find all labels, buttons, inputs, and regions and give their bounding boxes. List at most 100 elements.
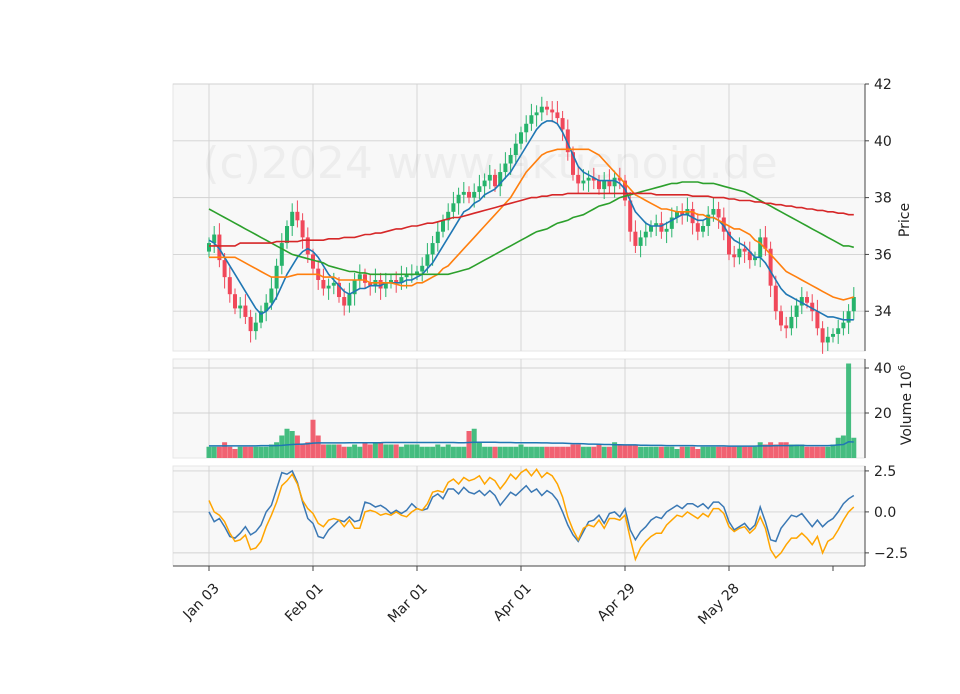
volume-bar bbox=[461, 446, 467, 458]
volume-label-base: 10 bbox=[899, 371, 915, 389]
volume-bar bbox=[617, 444, 623, 458]
candle-body bbox=[222, 260, 227, 278]
candle-body bbox=[545, 106, 549, 110]
candle-body bbox=[493, 174, 497, 187]
volume-bar bbox=[248, 446, 254, 458]
volume-bar bbox=[653, 446, 659, 458]
oscillator-y-tick-label: 2.5 bbox=[874, 464, 896, 480]
volume-bar bbox=[523, 446, 529, 458]
candle-body bbox=[347, 294, 352, 306]
volume-bar bbox=[393, 444, 399, 458]
volume-bar bbox=[601, 446, 607, 458]
volume-bar bbox=[643, 446, 649, 458]
volume-bar bbox=[357, 446, 363, 458]
volume-bar bbox=[253, 446, 259, 458]
volume-bar bbox=[388, 444, 394, 458]
volume-bar bbox=[804, 446, 810, 458]
volume-axis-label: Volume 106 bbox=[897, 365, 915, 445]
volume-bar bbox=[586, 446, 592, 458]
candle-body bbox=[602, 180, 607, 190]
candle-body bbox=[441, 220, 445, 232]
candle-body bbox=[279, 243, 284, 266]
volume-bar bbox=[409, 444, 415, 458]
volume-bar bbox=[705, 446, 711, 458]
price-y-tick-label: 38 bbox=[874, 191, 892, 207]
price-y-tick-label: 40 bbox=[874, 134, 892, 150]
volume-bar bbox=[731, 446, 737, 458]
volume-bar bbox=[684, 446, 690, 458]
volume-bar bbox=[638, 446, 644, 458]
candle-body bbox=[638, 237, 643, 246]
candle-body bbox=[560, 118, 565, 130]
volume-bar bbox=[471, 428, 477, 458]
volume-bar bbox=[820, 446, 826, 458]
volume-bar bbox=[513, 446, 519, 458]
volume-bar bbox=[544, 446, 550, 458]
candle-body bbox=[649, 226, 653, 232]
candle-body bbox=[815, 311, 820, 329]
candle-body bbox=[357, 274, 362, 280]
volume-bar bbox=[508, 446, 514, 458]
x-tick-label: Apr 29 bbox=[595, 580, 639, 624]
volume-bar bbox=[352, 444, 358, 458]
candle-body bbox=[524, 123, 529, 133]
candle-body bbox=[207, 243, 211, 252]
candle-body bbox=[461, 191, 466, 195]
candle-body bbox=[326, 285, 331, 289]
volume-bar bbox=[310, 419, 316, 458]
candle-body bbox=[794, 305, 799, 317]
oscillator-y-tick-label: −2.5 bbox=[874, 546, 908, 562]
volume-bar bbox=[580, 446, 586, 458]
volume-bar bbox=[788, 444, 794, 458]
x-tick-label: Jan 03 bbox=[180, 580, 223, 623]
volume-bar bbox=[284, 428, 290, 458]
volume-bar bbox=[539, 446, 545, 458]
volume-bar bbox=[825, 446, 831, 458]
volume-bar bbox=[783, 442, 789, 458]
volume-bar bbox=[466, 431, 472, 458]
volume-bar bbox=[424, 446, 430, 458]
volume-bar bbox=[591, 446, 597, 458]
volume-bar bbox=[430, 446, 436, 458]
candle-body bbox=[539, 106, 544, 113]
candle-body bbox=[805, 297, 809, 303]
volume-bar bbox=[440, 446, 446, 458]
volume-bar bbox=[851, 437, 857, 458]
volume-bar bbox=[846, 363, 852, 458]
candle-body bbox=[290, 211, 295, 227]
volume-bar bbox=[372, 442, 378, 458]
volume-bar bbox=[378, 442, 384, 458]
volume-bar bbox=[398, 446, 404, 458]
volume-bar bbox=[534, 446, 540, 458]
candle-body bbox=[295, 211, 300, 221]
volume-bar bbox=[294, 435, 300, 458]
volume-bar bbox=[227, 446, 233, 458]
volume-bar bbox=[435, 444, 441, 458]
candle-body bbox=[732, 254, 737, 258]
volume-bar bbox=[778, 442, 784, 458]
volume-bar bbox=[404, 444, 410, 458]
volume-bar bbox=[237, 446, 243, 458]
candle-body bbox=[321, 279, 326, 289]
candle-body bbox=[576, 174, 581, 184]
volume-bar bbox=[648, 446, 654, 458]
oscillator-y-tick-label: 0.0 bbox=[874, 505, 896, 521]
volume-bar bbox=[367, 444, 373, 458]
volume-bar bbox=[700, 446, 706, 458]
candle-body bbox=[701, 226, 705, 232]
volume-bar bbox=[575, 444, 581, 458]
candle-body bbox=[451, 203, 456, 212]
volume-bar bbox=[606, 446, 612, 458]
volume-bar bbox=[341, 446, 347, 458]
candle-body bbox=[789, 316, 794, 329]
candle-body bbox=[311, 254, 315, 269]
volume-bar bbox=[768, 442, 774, 458]
candle-body bbox=[227, 277, 232, 295]
volume-bar bbox=[242, 446, 248, 458]
volume-bar bbox=[830, 444, 836, 458]
volume-y-tick-label: 40 bbox=[874, 361, 892, 377]
volume-y-tick-label: 20 bbox=[874, 406, 892, 422]
volume-bar bbox=[710, 446, 716, 458]
volume-bar bbox=[679, 446, 685, 458]
candle-body bbox=[836, 328, 841, 334]
